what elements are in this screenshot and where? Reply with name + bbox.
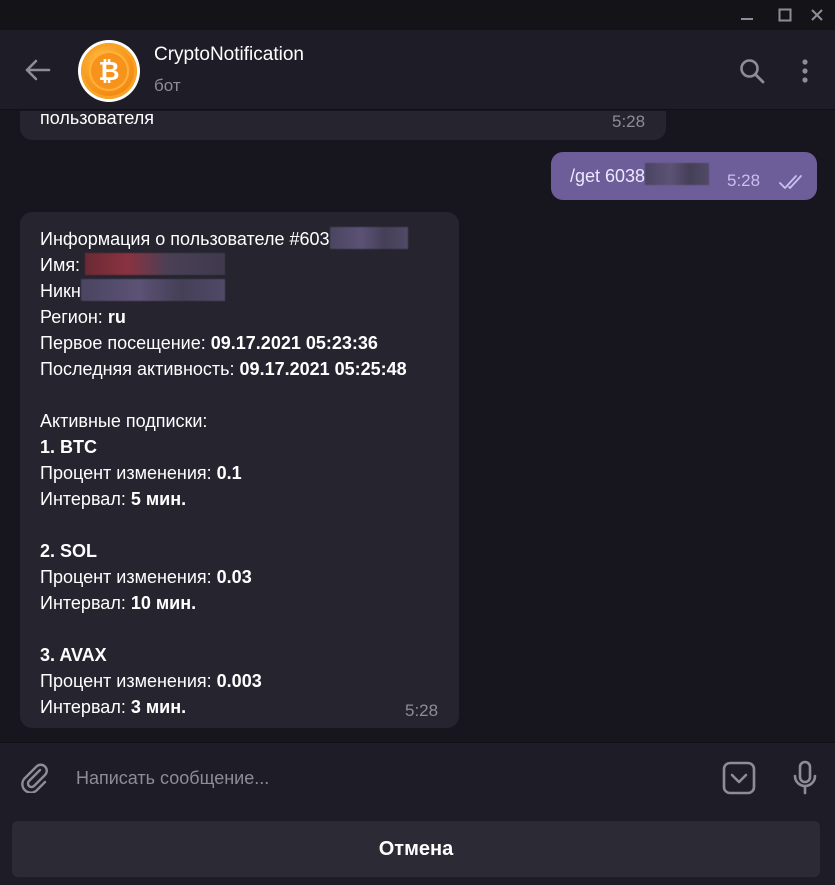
redacted-text xyxy=(80,279,225,301)
nickname-line: Никн xyxy=(40,278,408,304)
subscription-interval: Интервал: 10 мин. xyxy=(40,593,197,613)
more-vertical-icon[interactable] xyxy=(794,56,816,86)
info-title-line: Информация о пользователе #603 xyxy=(40,226,408,252)
redacted-text xyxy=(645,163,710,185)
composer-bar xyxy=(0,742,835,812)
message-time: 5:28 xyxy=(612,112,646,131)
window-titlebar xyxy=(0,0,835,30)
subscriptions-header: Активные подписки: xyxy=(40,411,208,431)
subscription-percent: Процент изменения: 0.1 xyxy=(40,463,242,483)
bot-keyboard-icon[interactable] xyxy=(720,759,758,797)
message-time: 5:28 xyxy=(727,171,761,190)
bot-keyboard-area: Отмена xyxy=(0,812,835,885)
message-text: Информация о пользователе #603 Имя: Никн… xyxy=(40,226,408,720)
close-icon[interactable] xyxy=(806,4,828,26)
message-incoming[interactable]: пользователя 5:28 xyxy=(20,111,666,140)
subscription-interval: Интервал: 3 мин. xyxy=(40,697,187,717)
maximize-icon[interactable] xyxy=(774,4,796,26)
subscription-percent: Процент изменения: 0.003 xyxy=(40,671,262,691)
redacted-text xyxy=(85,253,226,275)
message-text: /get 6038 xyxy=(570,163,710,189)
message-time: 5:28 xyxy=(405,701,439,720)
minimize-icon[interactable] xyxy=(736,4,758,26)
message-outgoing[interactable]: /get 6038 5:28 xyxy=(551,152,817,200)
subscription-title: 2. SOL xyxy=(40,541,98,561)
message-text: пользователя xyxy=(40,111,154,128)
subscription-interval: Интервал: 5 мин. xyxy=(40,489,187,509)
chat-header: ₿ CryptoNotification бот xyxy=(0,30,835,110)
subscription-percent: Процент изменения: 0.03 xyxy=(40,567,252,587)
microphone-icon[interactable] xyxy=(788,759,822,797)
paperclip-icon[interactable] xyxy=(16,759,52,795)
name-line: Имя: xyxy=(40,252,408,278)
message-input[interactable] xyxy=(76,763,676,793)
region-line: Регион: ru xyxy=(40,307,126,327)
cancel-button[interactable]: Отмена xyxy=(12,821,820,877)
subscription-title: 1. BTC xyxy=(40,437,98,457)
double-check-icon xyxy=(779,174,807,195)
bitcoin-logo-icon: ₿ xyxy=(81,43,137,99)
message-incoming-user-info[interactable]: Информация о пользователе #603 Имя: Никн… xyxy=(20,212,459,728)
chat-subtitle: бот xyxy=(154,76,181,95)
last-active-line: Последняя активность: 09.17.2021 05:25:4… xyxy=(40,359,407,379)
first-visit-line: Первое посещение: 09.17.2021 05:23:36 xyxy=(40,333,378,353)
back-arrow-icon[interactable] xyxy=(20,55,54,85)
avatar[interactable]: ₿ xyxy=(78,40,140,102)
message-list[interactable]: пользователя 5:28 /get 6038 5:28 Информа… xyxy=(0,111,835,741)
redacted-text xyxy=(329,227,408,249)
chat-title[interactable]: CryptoNotification xyxy=(154,44,304,66)
subscription-title: 3. AVAX xyxy=(40,645,107,665)
search-icon[interactable] xyxy=(736,56,768,86)
